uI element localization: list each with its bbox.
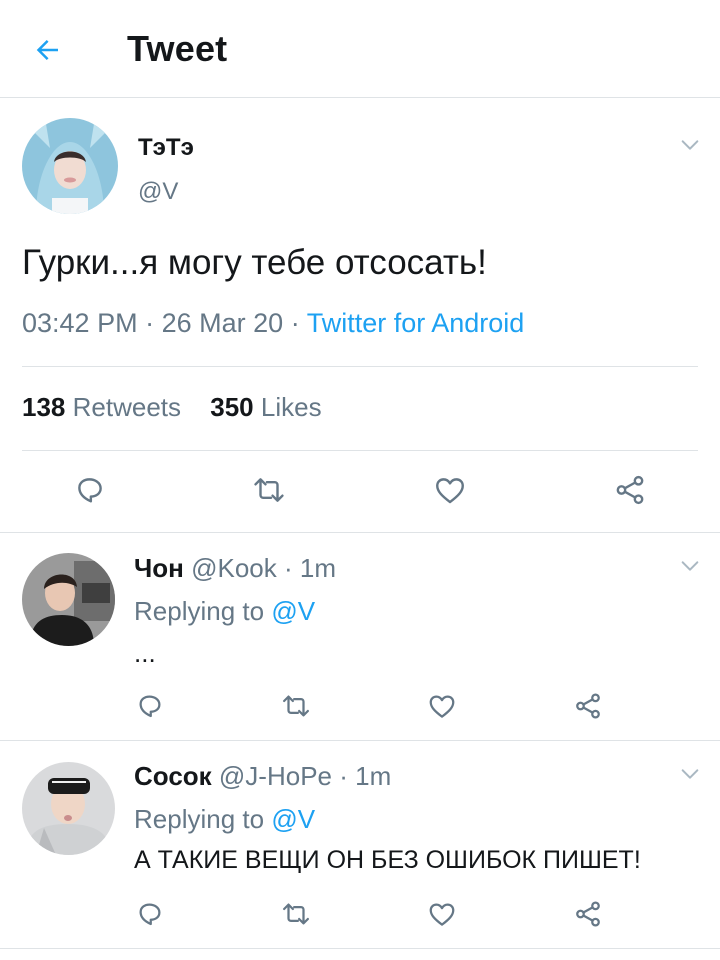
tweet-menu-button[interactable] xyxy=(677,761,703,787)
reply-icon xyxy=(139,695,161,718)
retweet-button[interactable] xyxy=(249,470,289,510)
tweet-stats: 138 Retweets 350 Likes xyxy=(22,392,322,423)
like-button[interactable] xyxy=(430,470,470,510)
like-icon xyxy=(429,695,455,718)
replying-to: Replying to @V xyxy=(134,804,315,835)
reply-time: · 1m xyxy=(283,553,336,583)
chevron-down-icon xyxy=(681,769,699,779)
divider xyxy=(0,948,720,949)
reply-author-handle[interactable]: @Kook xyxy=(191,553,277,583)
reply-button[interactable] xyxy=(134,898,166,930)
share-button[interactable] xyxy=(610,470,650,510)
tweet-time: 03:42 PM xyxy=(22,308,138,338)
reply-author-handle[interactable]: @J-HoPe xyxy=(219,761,332,791)
avatar-image xyxy=(22,118,118,214)
retweet-button[interactable] xyxy=(280,898,312,930)
divider xyxy=(0,740,720,741)
avatar[interactable] xyxy=(22,553,115,646)
replying-to: Replying to @V xyxy=(134,596,315,627)
reply-author-name[interactable]: Сосок xyxy=(134,761,212,791)
retweets-count: 138 xyxy=(22,392,66,422)
replying-to-label: Replying to xyxy=(134,804,265,834)
meta-separator: · xyxy=(290,308,300,338)
tweet-meta: 03:42 PM · 26 Mar 20 · Twitter for Andro… xyxy=(22,308,524,339)
reply-icon xyxy=(78,478,102,503)
author-name[interactable]: ТэТэ xyxy=(138,134,194,162)
author-handle[interactable]: @V xyxy=(138,178,178,206)
mention-link[interactable]: @V xyxy=(271,596,315,626)
avatar-image xyxy=(22,553,115,646)
tweet-source-link[interactable]: Twitter for Android xyxy=(307,308,525,338)
reply-button[interactable] xyxy=(70,470,110,510)
share-button[interactable] xyxy=(572,690,604,722)
retweet-icon xyxy=(283,695,309,717)
tweet-date: 26 Mar 20 xyxy=(161,308,284,338)
share-icon xyxy=(616,475,644,505)
reply-icon xyxy=(139,903,161,926)
reply-author-name[interactable]: Чон xyxy=(134,553,184,583)
likes-stat[interactable]: 350 Likes xyxy=(210,392,321,423)
retweet-icon xyxy=(254,478,284,502)
reply-header: Сосок @J-HoPe · 1m xyxy=(134,761,391,792)
likes-label: Likes xyxy=(260,392,322,422)
retweet-icon xyxy=(283,903,309,925)
avatar[interactable] xyxy=(22,118,118,214)
retweet-button[interactable] xyxy=(280,690,312,722)
likes-count: 350 xyxy=(210,392,254,422)
reply-text: ... xyxy=(134,638,156,668)
replying-to-label: Replying to xyxy=(134,596,265,626)
arrow-left-icon xyxy=(36,40,58,60)
chevron-down-icon xyxy=(681,140,699,150)
avatar-image xyxy=(22,762,115,855)
reply-text: А ТАКИЕ ВЕЩИ ОН БЕЗ ОШИБОК ПИШЕТ! xyxy=(134,846,641,874)
avatar[interactable] xyxy=(22,762,115,855)
divider xyxy=(22,450,698,451)
meta-separator: · xyxy=(145,308,155,338)
reply-time: · 1m xyxy=(339,761,392,791)
mention-link[interactable]: @V xyxy=(271,804,315,834)
share-button[interactable] xyxy=(572,898,604,930)
top-bar: Tweet xyxy=(0,0,720,98)
tweet-menu-button[interactable] xyxy=(677,132,703,158)
divider xyxy=(0,532,720,533)
share-icon xyxy=(576,901,600,927)
back-button[interactable] xyxy=(28,30,68,70)
tweet-text: Гурки...я могу тебе отсосать! xyxy=(22,243,487,282)
like-button[interactable] xyxy=(426,690,458,722)
chevron-down-icon xyxy=(681,561,699,571)
reply-header: Чон @Kook · 1m xyxy=(134,553,336,584)
retweets-label: Retweets xyxy=(72,392,182,422)
retweets-stat[interactable]: 138 Retweets xyxy=(22,392,181,423)
page-title: Tweet xyxy=(127,28,228,69)
reply-button[interactable] xyxy=(134,690,166,722)
divider xyxy=(22,366,698,367)
share-icon xyxy=(576,693,600,719)
tweet-menu-button[interactable] xyxy=(677,553,703,579)
like-button[interactable] xyxy=(426,898,458,930)
like-icon xyxy=(429,903,455,926)
like-icon xyxy=(436,478,464,504)
